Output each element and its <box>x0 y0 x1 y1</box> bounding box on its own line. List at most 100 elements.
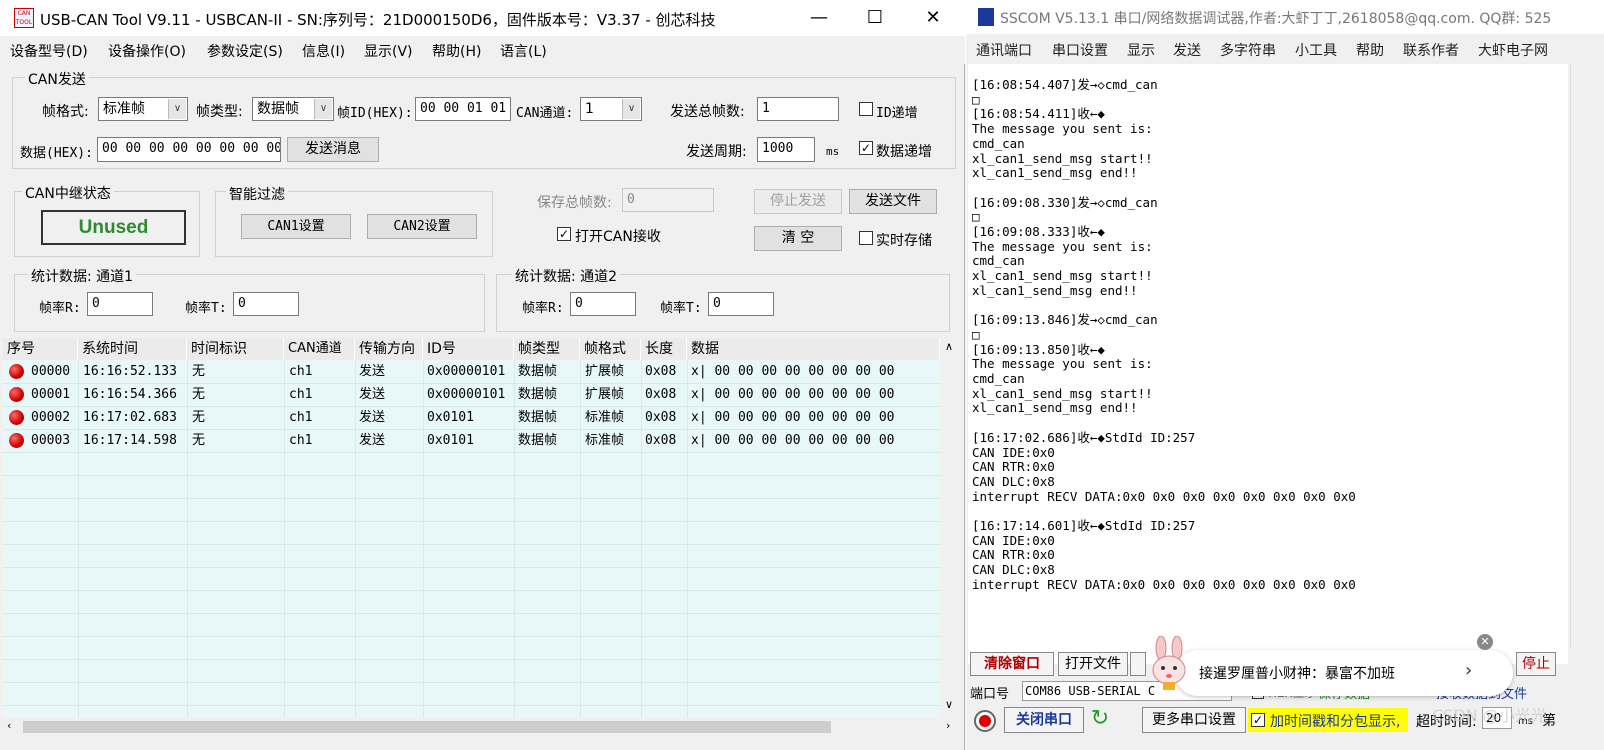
col-can-channel[interactable]: CAN通道 <box>284 338 355 360</box>
col-data[interactable]: 数据 <box>687 338 940 360</box>
menu-port-settings[interactable]: 串口设置 <box>1052 40 1108 60</box>
menu-device-ops[interactable]: 设备操作(O) <box>108 41 186 61</box>
stats-ch2-rate-r-value: 0 <box>570 292 636 316</box>
log-line: [16:09:13.850]收←◆ <box>972 341 1105 357</box>
close-port-button[interactable]: 关闭串口 <box>1004 707 1084 733</box>
scrollbar-thumb[interactable] <box>23 721 831 733</box>
menu-comm-port[interactable]: 通讯端口 <box>976 40 1032 60</box>
id-increment-label: ID递增 <box>876 106 918 121</box>
send-period-input[interactable]: 1000 <box>757 137 815 162</box>
send-message-button[interactable]: 发送消息 <box>287 137 379 162</box>
chevron-down-icon[interactable]: ∨ <box>945 698 953 711</box>
stop-button[interactable]: 停止 <box>1516 652 1556 676</box>
grid-line <box>3 659 940 660</box>
table-cell: 标准帧 <box>585 433 625 448</box>
clear-button[interactable]: 清 空 <box>754 226 842 251</box>
menu-bar: 设备型号(D) 设备操作(O) 参数设定(S) 信息(I) 显示(V) 帮助(H… <box>0 36 965 64</box>
log-line: cmd_can <box>972 135 1025 151</box>
menu-language[interactable]: 语言(L) <box>500 41 547 61</box>
chevron-up-icon[interactable]: ∧ <box>945 340 953 353</box>
open-file-button[interactable]: 打开文件 <box>1058 652 1128 676</box>
col-system-time[interactable]: 系统时间 <box>78 338 187 360</box>
table-horizontal-scrollbar[interactable]: ‹ › <box>3 718 960 736</box>
realtime-save-checkbox[interactable] <box>859 231 873 245</box>
total-frames-input[interactable]: 1 <box>757 97 839 121</box>
log-line: The message you sent is: <box>972 238 1153 254</box>
log-line: [16:09:08.333]收←◆ <box>972 224 1105 240</box>
menu-contact[interactable]: 联系作者 <box>1403 40 1459 60</box>
can-channel-select[interactable]: 1 ∨ <box>580 97 642 121</box>
menu-info[interactable]: 信息(I) <box>302 41 345 61</box>
chevron-left-icon[interactable]: ‹ <box>7 719 11 732</box>
can1-settings-button[interactable]: CAN1设置 <box>241 214 351 239</box>
col-time-tag[interactable]: 时间标识 <box>187 338 284 360</box>
grid-column-line <box>187 360 188 718</box>
stats-ch2-title: 统计数据: 通道2 <box>512 266 621 286</box>
menu-display[interactable]: 显示 <box>1127 40 1155 60</box>
receive-terminal[interactable]: [16:08:54.407]发→◇cmd_can □ [16:08:54.411]收… <box>968 64 1568 664</box>
table-cell: x| 00 00 00 00 00 00 00 00 <box>691 364 895 379</box>
menu-params[interactable]: 参数设定(S) <box>207 41 283 61</box>
col-frame-type[interactable]: 帧类型 <box>514 338 580 360</box>
col-id[interactable]: ID号 <box>423 338 514 360</box>
table-row[interactable]: 00002 16:17:02.683 无 ch1 发送 0x0101 数据帧 标准帧 0x08 x… <box>3 406 940 429</box>
menu-help[interactable]: 帮助 <box>1356 40 1384 60</box>
table-cell: 扩展帧 <box>585 364 625 379</box>
log-line: □ <box>972 209 980 225</box>
stop-send-button[interactable]: 停止发送 <box>754 189 842 214</box>
log-line: CAN DLC:0x8 <box>972 562 1055 578</box>
table-vertical-scrollbar[interactable]: ∧ ∨ <box>942 338 960 718</box>
menu-multi-string[interactable]: 多字符串 <box>1220 40 1276 60</box>
timestamp-option[interactable]: ✓ 加时间戳和分包显示, <box>1248 708 1408 732</box>
log-line: CAN RTR:0x0 <box>972 547 1055 563</box>
data-increment-checkbox[interactable]: ✓ <box>859 141 873 155</box>
col-seq[interactable]: 序号 <box>3 338 78 360</box>
file-path-input[interactable] <box>1130 652 1146 676</box>
refresh-icon[interactable]: ↻ <box>1088 707 1112 733</box>
close-button[interactable]: ✕ <box>910 4 956 32</box>
more-port-settings-button[interactable]: 更多串口设置 <box>1142 707 1246 733</box>
stats-ch2-rate-t-label: 帧率T: <box>660 301 702 316</box>
minimize-button[interactable]: — <box>796 4 842 32</box>
col-length[interactable]: 长度 <box>641 338 687 360</box>
log-line: □ <box>972 91 980 107</box>
open-can-recv-checkbox[interactable]: ✓ <box>557 227 571 241</box>
popup-notification[interactable]: 接暹罗厘普小财神：暴富不加班 › ✕ <box>1152 634 1513 696</box>
table-cell: 16:16:54.366 <box>83 387 177 402</box>
chevron-right-icon[interactable]: › <box>1465 660 1472 681</box>
data-hex-input[interactable]: 00 00 00 00 00 00 00 00 <box>97 137 281 162</box>
can2-settings-button[interactable]: CAN2设置 <box>367 214 477 239</box>
grid-line <box>3 406 940 407</box>
timestamp-checkbox[interactable]: ✓ <box>1251 713 1265 727</box>
menu-website[interactable]: 大虾电子网 <box>1478 40 1548 60</box>
message-table[interactable]: 序号 系统时间 时间标识 CAN通道 传输方向 ID号 帧类型 帧格式 长度 数… <box>3 338 940 718</box>
table-row[interactable]: 00000 16:16:52.133 无 ch1 发送 0x00000101 数据帧 扩展帧 0… <box>3 360 940 383</box>
table-cell: 16:17:02.683 <box>83 410 177 425</box>
period-unit-label: ms <box>826 145 840 158</box>
grid-line <box>3 452 940 453</box>
log-line: xl_can1_send_msg start!! <box>972 385 1153 401</box>
chevron-right-icon[interactable]: › <box>946 719 950 732</box>
table-cell: 无 <box>192 410 206 425</box>
id-increment-checkbox[interactable] <box>859 102 873 116</box>
table-row[interactable]: 00003 16:17:14.598 无 ch1 发送 0x0101 数据帧 标准帧 0x08 x… <box>3 429 940 452</box>
popup-close-icon[interactable]: ✕ <box>1477 634 1493 650</box>
menu-send[interactable]: 发送 <box>1173 40 1201 60</box>
col-direction[interactable]: 传输方向 <box>355 338 423 360</box>
table-cell: 发送 <box>359 364 386 379</box>
frame-type-select[interactable]: 数据帧 ∨ <box>252 97 334 121</box>
table-cell: x| 00 00 00 00 00 00 00 00 <box>691 410 895 425</box>
maximize-button[interactable]: ☐ <box>852 4 898 32</box>
menu-display[interactable]: 显示(V) <box>364 41 413 61</box>
send-file-button[interactable]: 发送文件 <box>849 189 937 214</box>
menu-device-model[interactable]: 设备型号(D) <box>10 41 88 61</box>
menu-help[interactable]: 帮助(H) <box>432 41 481 61</box>
table-row[interactable]: 00001 16:16:54.366 无 ch1 发送 0x00000101 数据帧 扩展帧 0… <box>3 383 940 406</box>
frame-format-select[interactable]: 标准帧 ∨ <box>98 97 188 121</box>
grid-line <box>3 682 940 683</box>
clear-window-button[interactable]: 清除窗口 <box>970 652 1054 676</box>
frame-id-input[interactable]: 00 00 01 01 <box>415 97 511 121</box>
col-frame-format[interactable]: 帧格式 <box>580 338 641 360</box>
menu-tools[interactable]: 小工具 <box>1295 40 1337 60</box>
